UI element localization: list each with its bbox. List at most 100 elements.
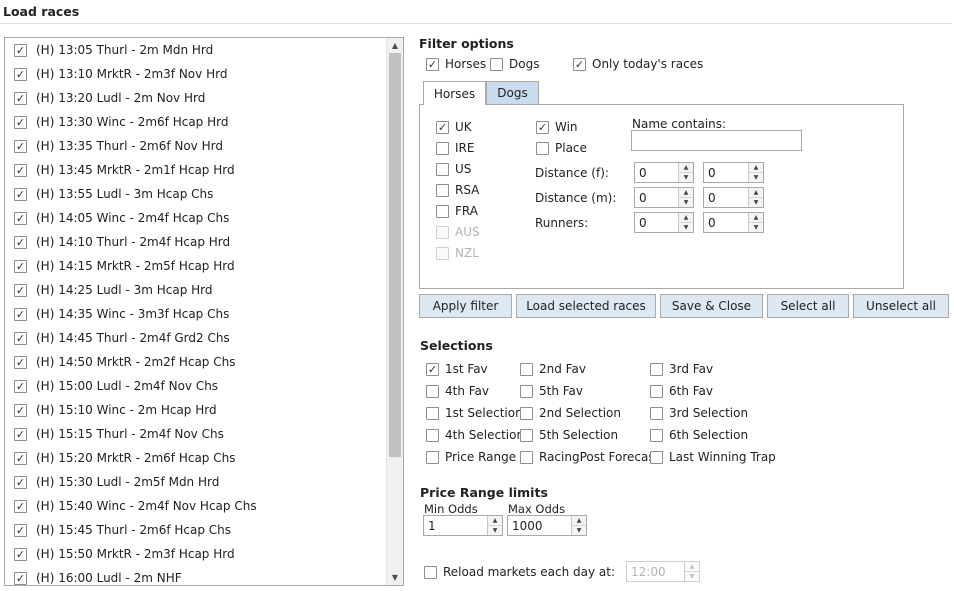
min-odds-stepper[interactable]: 1 ▲ ▼ xyxy=(423,515,503,536)
race-list-item[interactable]: (H) 16:00 Ludl - 2m NHF xyxy=(5,566,385,585)
horses-checkbox[interactable] xyxy=(426,57,439,71)
tab-dogs[interactable]: Dogs xyxy=(486,81,539,104)
race-list-item[interactable]: (H) 15:10 Winc - 2m Hcap Hrd xyxy=(5,398,385,422)
race-checkbox[interactable] xyxy=(14,307,27,321)
selection-checkbox-box[interactable] xyxy=(520,428,533,442)
scroll-down-arrow-icon[interactable]: ▼ xyxy=(387,570,403,585)
selection-checkbox-2nd-selection[interactable]: 2nd Selection xyxy=(520,406,621,420)
race-list-item[interactable]: (H) 13:30 Winc - 2m6f Hcap Hrd xyxy=(5,110,385,134)
race-checkbox[interactable] xyxy=(14,235,27,249)
race-list-item[interactable]: (H) 14:05 Winc - 2m4f Hcap Chs xyxy=(5,206,385,230)
win-checkbox-box[interactable] xyxy=(536,120,549,134)
race-list-item[interactable]: (H) 14:45 Thurl - 2m4f Grd2 Chs xyxy=(5,326,385,350)
spin-up-icon[interactable]: ▲ xyxy=(572,516,586,525)
country-checkbox-uk[interactable]: UK xyxy=(436,120,472,134)
race-list-item[interactable]: (H) 14:35 Winc - 3m3f Hcap Chs xyxy=(5,302,385,326)
country-checkbox-box[interactable] xyxy=(436,141,449,155)
race-list-item[interactable]: (H) 14:25 Ludl - 3m Hcap Hrd xyxy=(5,278,385,302)
race-list-scrollbar[interactable]: ▲ ▼ xyxy=(386,38,403,585)
country-checkbox-aus[interactable]: AUS xyxy=(436,225,480,239)
race-checkbox[interactable] xyxy=(14,379,27,393)
select-all-button[interactable]: Select all xyxy=(767,294,849,318)
race-checkbox[interactable] xyxy=(14,43,27,57)
country-checkbox-box[interactable] xyxy=(436,120,449,134)
race-list-item[interactable]: (H) 13:45 MrktR - 2m1f Hcap Hrd xyxy=(5,158,385,182)
selection-checkbox-box[interactable] xyxy=(650,362,663,376)
spin-down-icon[interactable]: ▼ xyxy=(572,525,586,535)
runners-max-stepper[interactable]: 0 ▲ ▼ xyxy=(703,212,764,233)
selection-checkbox-4th-selection[interactable]: 4th Selection xyxy=(426,428,524,442)
only-today-checkbox-box[interactable] xyxy=(573,57,586,71)
selection-checkbox-6th-fav[interactable]: 6th Fav xyxy=(650,384,713,398)
reload-time-input[interactable]: 12:00 ▲ ▼ xyxy=(626,561,700,582)
selection-checkbox-2nd-fav[interactable]: 2nd Fav xyxy=(520,362,586,376)
race-list-item[interactable]: (H) 15:15 Thurl - 2m4f Nov Chs xyxy=(5,422,385,446)
race-checkbox[interactable] xyxy=(14,187,27,201)
spin-down-icon[interactable]: ▼ xyxy=(679,222,693,232)
unselect-all-button[interactable]: Unselect all xyxy=(853,294,949,318)
race-checkbox[interactable] xyxy=(14,259,27,273)
race-list-item[interactable]: (H) 15:40 Winc - 2m4f Nov Hcap Chs xyxy=(5,494,385,518)
selection-checkbox-box[interactable] xyxy=(650,428,663,442)
selection-checkbox-1st-selection[interactable]: 1st Selection xyxy=(426,406,523,420)
selection-checkbox-box[interactable] xyxy=(520,406,533,420)
load-selected-races-button[interactable]: Load selected races xyxy=(516,294,656,318)
selection-checkbox-box[interactable] xyxy=(520,384,533,398)
scrollbar-thumb[interactable] xyxy=(389,53,401,457)
race-list-item[interactable]: (H) 15:30 Ludl - 2m5f Mdn Hrd xyxy=(5,470,385,494)
race-list-item[interactable]: (H) 15:50 MrktR - 2m3f Hcap Hrd xyxy=(5,542,385,566)
spin-up-icon[interactable]: ▲ xyxy=(749,163,763,172)
race-checkbox[interactable] xyxy=(14,331,27,345)
race-checkbox[interactable] xyxy=(14,499,27,513)
selection-checkbox-3rd-selection[interactable]: 3rd Selection xyxy=(650,406,748,420)
race-checkbox[interactable] xyxy=(14,355,27,369)
selection-checkbox-last-winning-trap[interactable]: Last Winning Trap xyxy=(650,450,776,464)
spin-up-icon[interactable]: ▲ xyxy=(488,516,502,525)
selection-checkbox-box[interactable] xyxy=(426,450,439,464)
spin-up-icon[interactable]: ▲ xyxy=(679,188,693,197)
spin-down-icon[interactable]: ▼ xyxy=(488,525,502,535)
country-checkbox-box[interactable] xyxy=(436,183,449,197)
race-list-item[interactable]: (H) 13:55 Ludl - 3m Hcap Chs xyxy=(5,182,385,206)
dogs-checkbox[interactable] xyxy=(490,57,503,71)
race-checkbox[interactable] xyxy=(14,571,27,585)
selection-checkbox-5th-fav[interactable]: 5th Fav xyxy=(520,384,583,398)
race-checkbox[interactable] xyxy=(14,115,27,129)
spin-down-icon[interactable]: ▼ xyxy=(749,172,763,182)
country-checkbox-ire[interactable]: IRE xyxy=(436,141,474,155)
spin-down-icon[interactable]: ▼ xyxy=(685,571,699,581)
spin-down-icon[interactable]: ▼ xyxy=(679,172,693,182)
distance-f-min-stepper[interactable]: 0 ▲ ▼ xyxy=(634,162,694,183)
country-checkbox-box[interactable] xyxy=(436,225,449,239)
apply-filter-button[interactable]: Apply filter xyxy=(419,294,512,318)
selection-checkbox-box[interactable] xyxy=(650,406,663,420)
selection-checkbox-box[interactable] xyxy=(426,362,439,376)
race-list-item[interactable]: (H) 13:35 Thurl - 2m6f Nov Hrd xyxy=(5,134,385,158)
spin-down-icon[interactable]: ▼ xyxy=(749,197,763,207)
max-odds-stepper[interactable]: 1000 ▲ ▼ xyxy=(507,515,587,536)
country-checkbox-box[interactable] xyxy=(436,162,449,176)
selection-checkbox-box[interactable] xyxy=(426,406,439,420)
name-contains-input[interactable] xyxy=(631,130,802,151)
place-checkbox-box[interactable] xyxy=(536,141,549,155)
selection-checkbox-box[interactable] xyxy=(650,450,663,464)
race-list-item[interactable]: (H) 14:50 MrktR - 2m2f Hcap Chs xyxy=(5,350,385,374)
country-checkbox-box[interactable] xyxy=(436,246,449,260)
selection-checkbox-1st-fav[interactable]: 1st Fav xyxy=(426,362,488,376)
reload-markets-checkbox-box[interactable] xyxy=(424,565,437,579)
selection-checkbox-4th-fav[interactable]: 4th Fav xyxy=(426,384,489,398)
race-list-item[interactable]: (H) 15:45 Thurl - 2m6f Hcap Chs xyxy=(5,518,385,542)
spin-down-icon[interactable]: ▼ xyxy=(679,197,693,207)
race-checkbox[interactable] xyxy=(14,451,27,465)
race-checkbox[interactable] xyxy=(14,67,27,81)
save-close-button[interactable]: Save & Close xyxy=(660,294,763,318)
distance-m-max-stepper[interactable]: 0 ▲ ▼ xyxy=(703,187,764,208)
race-list-item[interactable]: (H) 14:10 Thurl - 2m4f Hcap Hrd xyxy=(5,230,385,254)
race-list-item[interactable]: (H) 13:20 Ludl - 2m Nov Hrd xyxy=(5,86,385,110)
race-checkbox[interactable] xyxy=(14,163,27,177)
race-list-item[interactable]: (H) 14:15 MrktR - 2m5f Hcap Hrd xyxy=(5,254,385,278)
race-list-item[interactable]: (H) 13:10 MrktR - 2m3f Nov Hrd xyxy=(5,62,385,86)
race-checkbox[interactable] xyxy=(14,547,27,561)
selection-checkbox-racingpost-forecast[interactable]: RacingPost Forecast xyxy=(520,450,659,464)
runners-min-stepper[interactable]: 0 ▲ ▼ xyxy=(634,212,694,233)
